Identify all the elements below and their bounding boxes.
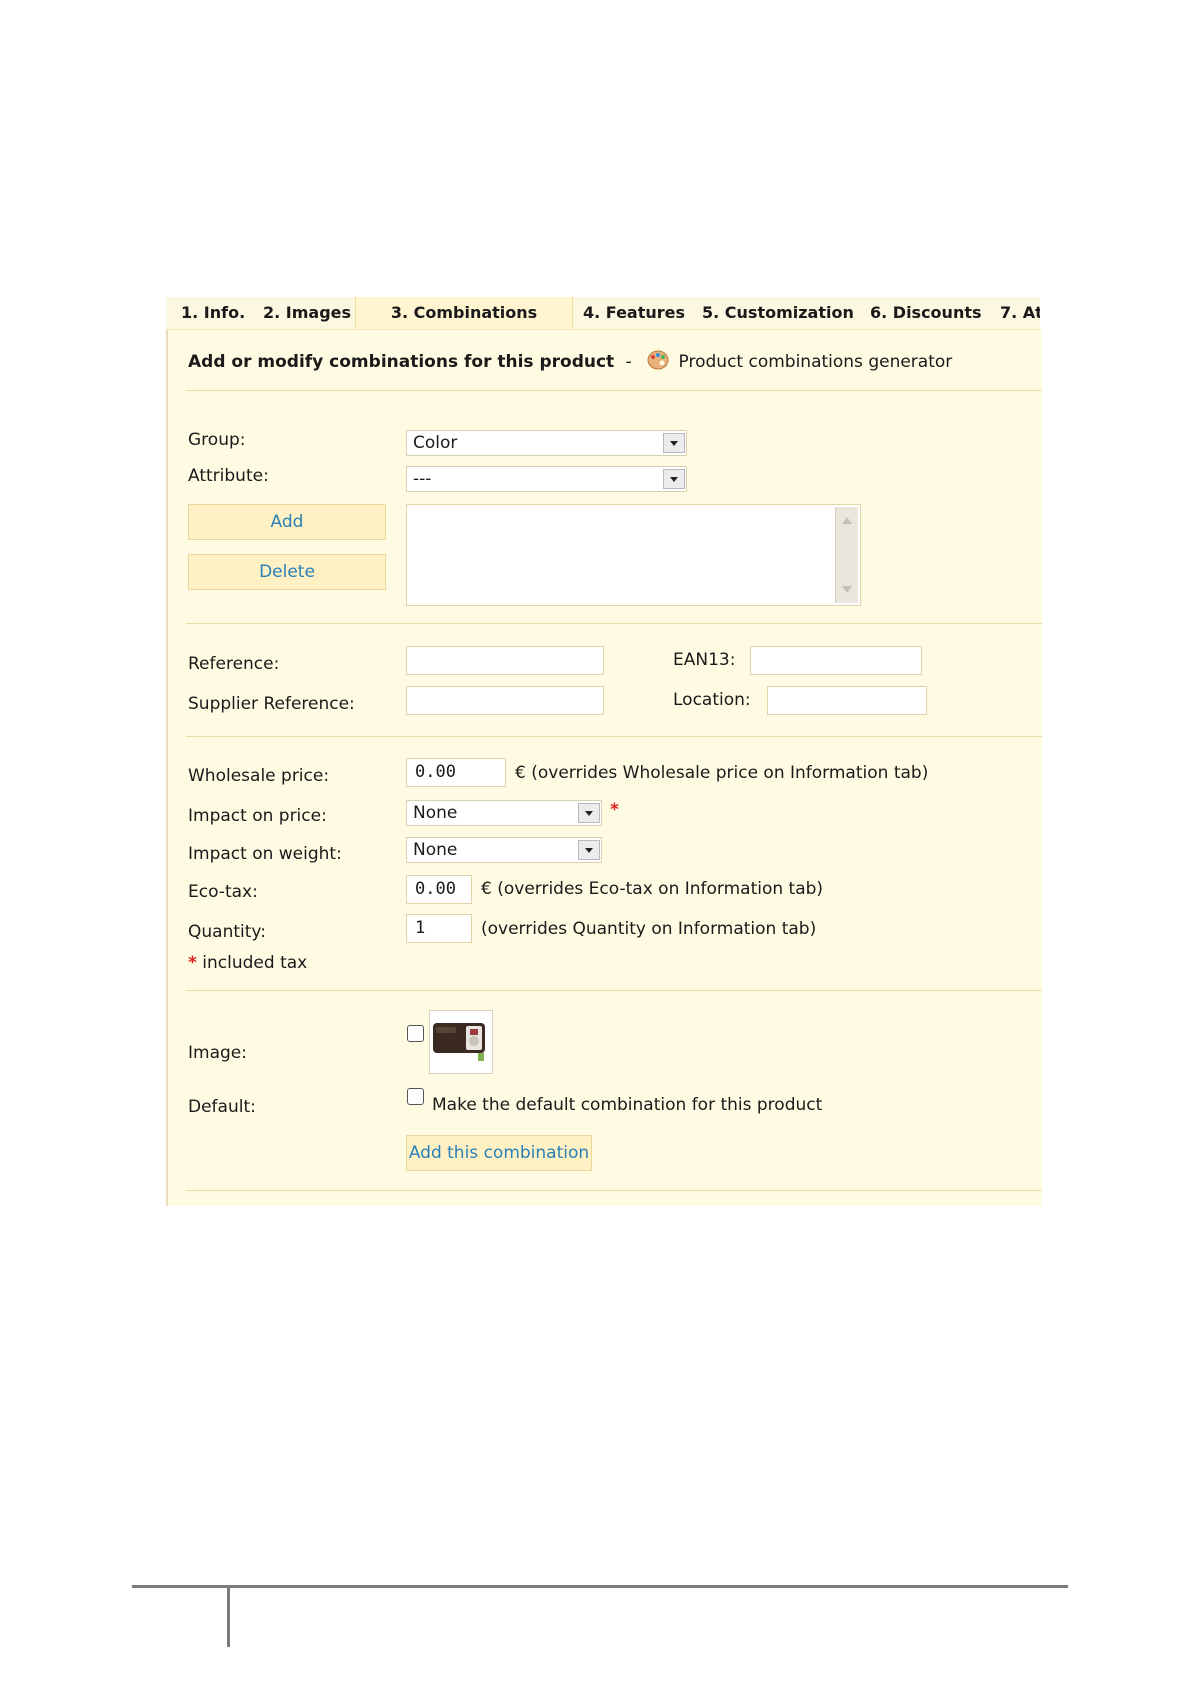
tab-info[interactable]: 1. Info. xyxy=(181,297,245,329)
group-select-value: Color xyxy=(413,433,458,453)
tab-customization[interactable]: 5. Customization xyxy=(702,297,854,329)
chevron-down-icon xyxy=(663,469,685,489)
divider xyxy=(186,390,1042,391)
reference-label: Reference: xyxy=(188,654,280,674)
chevron-down-icon xyxy=(578,803,600,823)
tab-bar: 1. Info. 2. Images 3. Combinations 4. Fe… xyxy=(166,297,1040,330)
header-separator: - xyxy=(625,352,632,372)
required-asterisk: * xyxy=(610,800,619,820)
included-tax-text: included tax xyxy=(202,953,308,973)
generator-link[interactable]: Product combinations generator xyxy=(679,352,953,372)
required-asterisk: * xyxy=(188,953,197,973)
scroll-up-icon[interactable] xyxy=(842,517,852,524)
product-thumbnail xyxy=(429,1010,493,1074)
ecotax-label: Eco-tax: xyxy=(188,882,258,902)
combinations-panel: Add or modify combinations for this prod… xyxy=(166,330,1042,1206)
footer-vertical-rule xyxy=(227,1587,230,1647)
wholesale-price-note: € (overrides Wholesale price on Informat… xyxy=(515,763,929,783)
quantity-note: (overrides Quantity on Information tab) xyxy=(481,919,817,939)
quantity-input[interactable]: 1 xyxy=(406,914,472,943)
divider xyxy=(186,623,1042,624)
default-checkbox-text: Make the default combination for this pr… xyxy=(432,1095,823,1115)
default-label: Default: xyxy=(188,1097,256,1117)
attribute-select[interactable]: --- xyxy=(406,466,687,492)
impact-weight-select[interactable]: None xyxy=(406,837,602,863)
divider xyxy=(186,736,1042,737)
supplier-reference-label: Supplier Reference: xyxy=(188,694,355,714)
attribute-label: Attribute: xyxy=(188,466,269,486)
reference-input[interactable] xyxy=(406,646,604,675)
wholesale-price-label: Wholesale price: xyxy=(188,766,330,786)
add-attribute-button[interactable]: Add xyxy=(188,504,386,540)
tab-discounts[interactable]: 6. Discounts xyxy=(870,297,982,329)
default-checkbox[interactable] xyxy=(407,1088,424,1105)
attribute-select-value: --- xyxy=(413,469,432,489)
image-checkbox[interactable] xyxy=(407,1025,424,1042)
product-image-icon xyxy=(430,1011,492,1073)
wholesale-price-input[interactable]: 0.00 xyxy=(406,758,506,787)
ecotax-input[interactable]: 0.00 xyxy=(406,875,472,904)
location-input[interactable] xyxy=(767,686,927,715)
attribute-listbox[interactable] xyxy=(406,504,861,606)
listbox-scrollbar[interactable] xyxy=(835,507,858,603)
panel-header: Add or modify combinations for this prod… xyxy=(188,350,952,375)
footer-rule xyxy=(132,1585,1068,1588)
ecotax-note: € (overrides Eco-tax on Information tab) xyxy=(481,879,824,899)
image-label: Image: xyxy=(188,1043,247,1063)
supplier-reference-input[interactable] xyxy=(406,686,604,715)
group-label: Group: xyxy=(188,430,246,450)
tab-attachments[interactable]: 7. At xyxy=(1000,297,1040,329)
scroll-down-icon[interactable] xyxy=(842,586,852,593)
divider xyxy=(186,1190,1042,1191)
included-tax-note: * included tax xyxy=(188,953,307,973)
panel-title: Add or modify combinations for this prod… xyxy=(188,352,615,372)
tab-features[interactable]: 4. Features xyxy=(583,297,685,329)
impact-price-value: None xyxy=(413,803,458,823)
chevron-down-icon xyxy=(663,433,685,453)
tab-combinations[interactable]: 3. Combinations xyxy=(355,297,573,329)
add-combination-button[interactable]: Add this combination xyxy=(406,1135,592,1171)
impact-price-label: Impact on price: xyxy=(188,806,327,826)
delete-attribute-button[interactable]: Delete xyxy=(188,554,386,590)
chevron-down-icon xyxy=(578,840,600,860)
ean13-input[interactable] xyxy=(750,646,922,675)
tab-images[interactable]: 2. Images xyxy=(263,297,351,329)
location-label: Location: xyxy=(673,690,751,710)
impact-price-select[interactable]: None xyxy=(406,800,602,826)
divider xyxy=(186,990,1042,991)
palette-icon xyxy=(647,350,669,375)
screenshot: 1. Info. 2. Images 3. Combinations 4. Fe… xyxy=(0,0,1191,1684)
quantity-label: Quantity: xyxy=(188,922,266,942)
impact-weight-label: Impact on weight: xyxy=(188,844,342,864)
ean13-label: EAN13: xyxy=(673,650,736,670)
impact-weight-value: None xyxy=(413,840,458,860)
group-select[interactable]: Color xyxy=(406,430,687,456)
